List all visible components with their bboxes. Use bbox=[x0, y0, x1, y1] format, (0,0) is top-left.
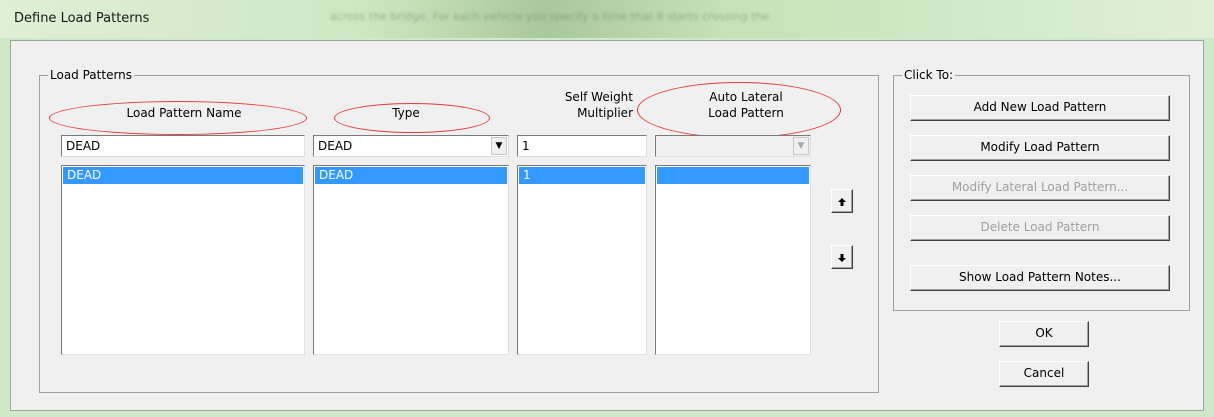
header-self-weight: Self Weight Multiplier bbox=[525, 89, 633, 121]
auto-lateral-list[interactable] bbox=[655, 165, 811, 355]
header-load-pattern-name: Load Pattern Name bbox=[126, 106, 242, 120]
background-window-text: across the bridge. For each vehicle you … bbox=[330, 10, 770, 23]
list-item[interactable] bbox=[657, 167, 809, 184]
dialog-client-area: Load Patterns Load Pattern Name Type Sel… bbox=[10, 40, 1204, 411]
list-item[interactable]: DEAD bbox=[315, 167, 507, 184]
window-title: Define Load Patterns bbox=[14, 11, 150, 26]
define-load-patterns-window: Define Load Patterns across the bridge. … bbox=[0, 0, 1214, 417]
ok-button[interactable]: OK bbox=[999, 321, 1089, 347]
chevron-down-icon[interactable]: ▼ bbox=[491, 137, 507, 155]
cancel-button[interactable]: Cancel bbox=[999, 361, 1089, 387]
header-self-weight-line1: Self Weight bbox=[564, 90, 633, 104]
move-up-button[interactable] bbox=[831, 189, 853, 213]
list-item[interactable]: 1 bbox=[519, 167, 645, 184]
type-combobox[interactable]: DEAD ▼ bbox=[313, 135, 509, 157]
delete-load-pattern-button: Delete Load Pattern bbox=[910, 215, 1170, 241]
header-auto-lateral-line2: Load Pattern bbox=[708, 106, 784, 120]
self-weight-multiplier-input[interactable]: 1 bbox=[517, 135, 647, 157]
type-combobox-value: DEAD bbox=[318, 139, 353, 153]
arrow-down-icon bbox=[838, 254, 846, 262]
load-pattern-name-input[interactable]: DEAD bbox=[61, 135, 305, 157]
header-self-weight-line2: Multiplier bbox=[577, 106, 633, 120]
type-list[interactable]: DEAD bbox=[313, 165, 509, 355]
click-to-group-label: Click To: bbox=[902, 68, 956, 82]
header-auto-lateral: Auto Lateral Load Pattern bbox=[661, 89, 831, 121]
modify-load-pattern-button[interactable]: Modify Load Pattern bbox=[910, 135, 1170, 161]
header-type: Type bbox=[392, 106, 420, 120]
show-load-pattern-notes-button[interactable]: Show Load Pattern Notes... bbox=[910, 265, 1170, 291]
arrow-up-icon bbox=[838, 198, 846, 206]
chevron-down-icon: ▼ bbox=[793, 137, 809, 155]
title-bar[interactable]: Define Load Patterns across the bridge. … bbox=[0, 0, 1214, 38]
move-down-button[interactable] bbox=[831, 245, 853, 269]
auto-lateral-combobox: ▼ bbox=[655, 135, 811, 157]
list-item[interactable]: DEAD bbox=[63, 167, 303, 184]
modify-lateral-load-pattern-button: Modify Lateral Load Pattern... bbox=[910, 175, 1170, 201]
add-new-load-pattern-button[interactable]: Add New Load Pattern bbox=[910, 95, 1170, 121]
load-pattern-name-list[interactable]: DEAD bbox=[61, 165, 305, 355]
header-auto-lateral-line1: Auto Lateral bbox=[709, 90, 783, 104]
load-patterns-group-label: Load Patterns bbox=[48, 68, 135, 82]
self-weight-list[interactable]: 1 bbox=[517, 165, 647, 355]
